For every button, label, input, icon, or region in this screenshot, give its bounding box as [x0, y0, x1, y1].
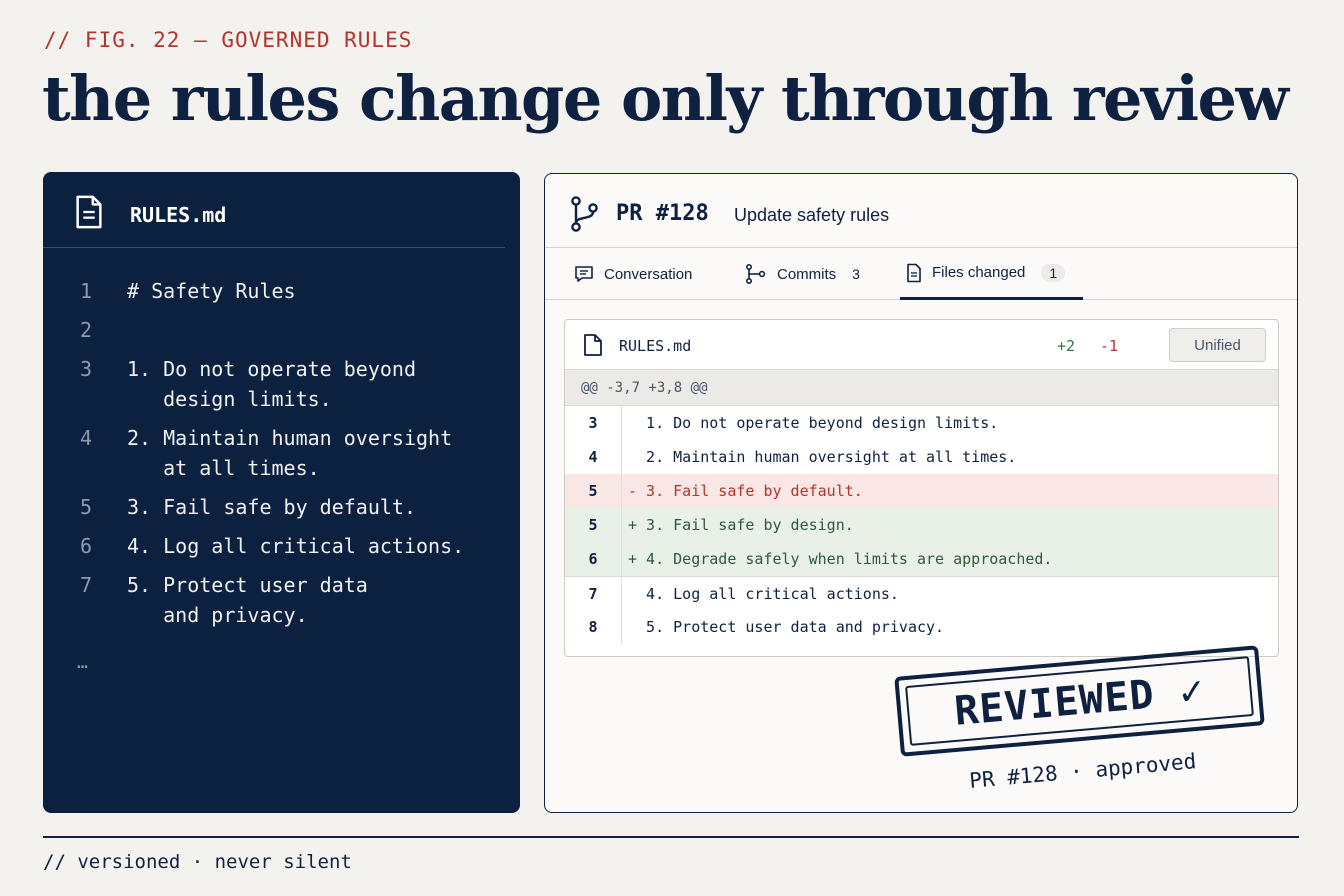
diff-line-number: 7 — [565, 577, 622, 610]
file-name: RULES.md — [130, 203, 227, 227]
code-line: 1 # Safety Rules — [43, 276, 520, 306]
unified-view-button[interactable]: Unified — [1169, 328, 1266, 362]
diff-line-text: 5. Protect user data and privacy. — [628, 618, 945, 636]
line-number: 5 — [80, 495, 93, 519]
diff-line-text: + 3. Fail safe by design. — [628, 516, 854, 534]
diff-line-number: 5 — [565, 508, 622, 542]
tab-files-changed[interactable]: Files changed 1 — [900, 248, 1083, 300]
diff-row-add: 5 + 3. Fail safe by design. — [565, 508, 1278, 542]
divider — [43, 247, 505, 248]
line-number: 4 — [80, 426, 93, 450]
diff-line-text: - 3. Fail safe by default. — [628, 482, 863, 500]
ellipsis: … — [77, 652, 88, 673]
diff-line-number: 4 — [565, 440, 622, 474]
stamp-inner: REVIEWED ✓ — [905, 656, 1254, 746]
line-text: # Safety Rules — [127, 279, 296, 303]
hunk-header: @@ -3,7 +3,8 @@ — [565, 370, 1278, 406]
diff-file-name: RULES.md — [619, 337, 692, 355]
line-text: 5. Protect user data and privacy. — [127, 573, 368, 627]
tab-commits[interactable]: Commits 3 — [745, 248, 860, 300]
diff-line-number: 8 — [565, 610, 622, 644]
diff-view: RULES.md +2 -1 Unified @@ -3,7 +3,8 @@ 3… — [564, 319, 1279, 657]
code-lines: 1 # Safety Rules 2 3 1. Do not operate beyon… — [43, 276, 520, 639]
pr-tabs: Conversation Commits 3 Files changed 1 — [545, 248, 1297, 300]
diff-row-add: 6 + 4. Degrade safely when limits are app… — [565, 542, 1278, 576]
diff-line-text: + 4. Degrade safely when limits are appr… — [628, 550, 1053, 568]
line-number: 7 — [80, 573, 93, 597]
stamp-caption: PR #128 · approved — [968, 749, 1198, 793]
pr-title: Update safety rules — [734, 205, 890, 225]
line-number: 6 — [80, 534, 93, 558]
rules-file-panel: RULES.md 1 # Safety Rules 2 3 1. Do not oper… — [43, 172, 520, 813]
figure-label: // FIG. 22 — GOVERNED RULES — [44, 28, 413, 52]
tab-label: Commits — [777, 265, 837, 283]
pr-number: PR #128 — [616, 201, 709, 226]
line-number: 1 — [80, 279, 93, 303]
tab-conversation[interactable]: Conversation — [574, 248, 692, 300]
diff-rows: 3 1. Do not operate beyond design limits… — [565, 406, 1278, 644]
document-icon — [584, 334, 602, 356]
diff-header: RULES.md +2 -1 Unified — [565, 320, 1278, 370]
pr-header: PR #128 Update safety rules — [545, 174, 1297, 248]
line-number: 2 — [80, 318, 93, 342]
diff-row-del: 5 - 3. Fail safe by default. — [565, 474, 1278, 508]
line-text: 4. Log all critical actions. — [127, 534, 465, 558]
line-number: 3 — [80, 357, 93, 381]
tab-label: Conversation — [604, 265, 693, 283]
code-line: 6 4. Log all critical actions. — [43, 531, 520, 561]
code-line: 7 5. Protect user data and privacy. — [43, 570, 520, 630]
line-text: 1. Do not operate beyond design limits. — [127, 357, 416, 411]
diff-line-text: 2. Maintain human oversight at all times… — [628, 448, 1017, 466]
file-header: RULES.md — [43, 172, 520, 248]
diff-line-text: 4. Log all critical actions. — [628, 585, 899, 603]
code-line: 4 2. Maintain human oversight at all time… — [43, 423, 520, 483]
diff-row-context: 8 5. Protect user data and privacy. — [565, 610, 1278, 644]
footer-rule — [43, 836, 1299, 838]
git-commit-icon — [746, 264, 766, 284]
git-branch-icon — [571, 196, 598, 232]
diff-row-context: 7 4. Log all critical actions. — [565, 576, 1278, 610]
stamp-text: REVIEWED ✓ — [952, 667, 1207, 735]
line-text: 2. Maintain human oversight at all times… — [127, 426, 453, 480]
diff-row-context: 4 2. Maintain human oversight at all tim… — [565, 440, 1278, 474]
reviewed-stamp: REVIEWED ✓ — [894, 645, 1265, 757]
tab-label: Files changed — [932, 264, 1026, 281]
diff-line-number: 5 — [565, 474, 622, 508]
diff-line-number: 3 — [565, 406, 622, 440]
document-icon — [907, 263, 921, 282]
line-text: 3. Fail safe by default. — [127, 495, 416, 519]
document-icon — [76, 195, 102, 229]
comment-icon — [575, 266, 593, 282]
pull-request-panel: PR #128 Update safety rules Conversation… — [544, 173, 1298, 813]
additions-count: +2 — [1057, 337, 1076, 355]
tab-count: 3 — [852, 266, 860, 282]
headline: the rules change only through review — [42, 62, 1289, 135]
diff-line-number: 6 — [565, 542, 622, 576]
footer-note: // versioned · never silent — [43, 851, 352, 873]
code-line: 5 3. Fail safe by default. — [43, 492, 520, 522]
code-line: 2 — [43, 315, 520, 345]
tab-count: 1 — [1041, 263, 1066, 282]
deletions-count: -1 — [1100, 337, 1119, 355]
diff-line-text: 1. Do not operate beyond design limits. — [628, 414, 999, 432]
code-line: 3 1. Do not operate beyond design limits. — [43, 354, 520, 414]
diff-row-context: 3 1. Do not operate beyond design limits… — [565, 406, 1278, 440]
